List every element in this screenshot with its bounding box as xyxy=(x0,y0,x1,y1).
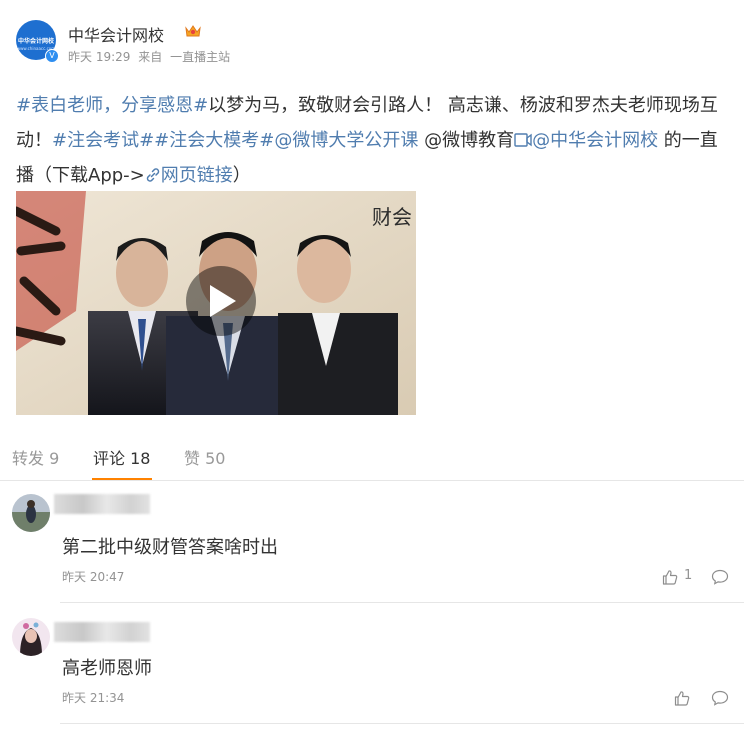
commenter-avatar[interactable] xyxy=(12,494,50,532)
hashtag-link[interactable]: #注会大模考# xyxy=(154,130,274,151)
tab-repost[interactable]: 转发 9 xyxy=(12,445,59,469)
post-text-segment: ） xyxy=(232,165,251,186)
comment-time: 昨天 20:47 xyxy=(62,570,125,584)
author-name[interactable]: 中华会计网校 xyxy=(68,22,164,46)
comment-time: 昨天 21:34 xyxy=(62,691,125,705)
play-icon xyxy=(210,285,236,317)
tab-comment[interactable]: 评论 18 xyxy=(93,445,150,469)
comment-divider xyxy=(60,723,744,724)
commenter-name-blurred[interactable] xyxy=(54,494,150,514)
reply-icon[interactable] xyxy=(711,569,729,585)
hashtag-link[interactable]: #注会考试# xyxy=(52,130,154,151)
comment-divider xyxy=(60,602,744,603)
comment-like-count: 1 xyxy=(684,568,693,583)
mention-link[interactable]: @中华会计网校 xyxy=(532,130,658,151)
video-thumbnail[interactable]: 财会 xyxy=(16,191,416,415)
hashtag-link[interactable]: #表白老师，分享感恩# xyxy=(16,95,208,116)
video-link-icon[interactable] xyxy=(514,132,532,148)
video-caption-text: 财会 xyxy=(372,205,412,229)
avatar-logo-text: 中华会计网校 xyxy=(17,37,54,45)
thumbs-up-icon[interactable] xyxy=(662,569,678,585)
post-text-segment: @微博教育 xyxy=(418,130,515,151)
play-button[interactable] xyxy=(186,266,256,336)
active-tab-indicator xyxy=(92,478,152,480)
commenter-name-blurred[interactable] xyxy=(54,622,150,642)
chain-link-icon[interactable] xyxy=(145,167,161,183)
post-header: 中华会计网校 www.chinaacc.com V 中华会计网校 昨天 19:2… xyxy=(16,16,716,66)
web-link[interactable]: 网页链接 xyxy=(161,165,233,186)
interaction-tabs: 转发 9 评论 18 赞 50 xyxy=(0,440,744,481)
post-time[interactable]: 昨天 19:29 xyxy=(68,50,130,64)
post-meta: 昨天 19:29 来自 一直播主站 xyxy=(68,48,234,65)
mention-link[interactable]: @微博大学公开课 xyxy=(274,130,418,151)
post-content: #表白老师，分享感恩#以梦为马，致敬财会引路人！ 高志谦、杨波和罗杰夫老师现场互… xyxy=(16,88,730,193)
post-source[interactable]: 一直播主站 xyxy=(170,50,230,64)
commenter-avatar[interactable] xyxy=(12,618,50,656)
verified-badge-icon: V xyxy=(45,49,59,63)
comment-text: 高老师恩师 xyxy=(62,658,152,679)
tab-like[interactable]: 赞 50 xyxy=(184,445,225,469)
thumbs-up-icon[interactable] xyxy=(674,690,690,706)
member-crown-icon[interactable] xyxy=(184,22,202,40)
comment-text: 第二批中级财管答案啥时出 xyxy=(62,537,278,558)
post-source-prefix: 来自 xyxy=(138,50,163,64)
reply-icon[interactable] xyxy=(711,690,729,706)
